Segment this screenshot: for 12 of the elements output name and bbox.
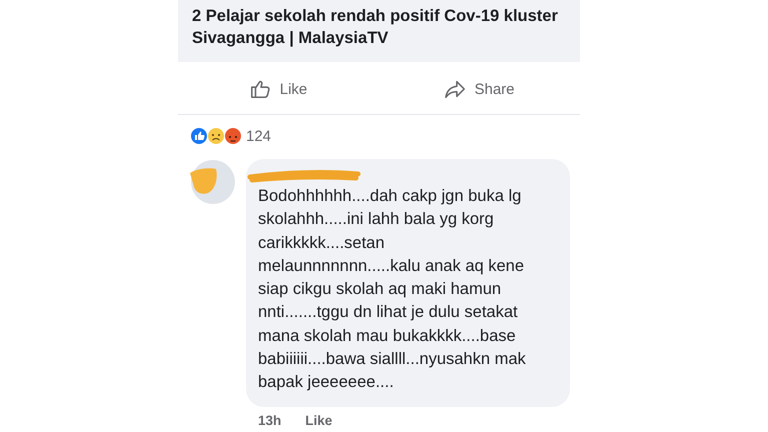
reaction-count: 124 [246, 128, 272, 144]
link-title[interactable]: 2 Pelajar sekolah rendah positif Cov-19 kluster Sivagangga | MalaysiaTV [192, 5, 566, 49]
reaction-icons[interactable] [190, 127, 242, 145]
comment-text: Bodohhhhhh....dah cakp jgn buka lg skolahhh.....ini lahh bala yg korg carikkkkk....setan melaunnnnnnn.....kalu anak aq kene siap cikgu skolah aq maki hamun nnti.......tggu dn lihat je dulu setakat mana skolah mau bukakkkk....base babiiiiii....bawa siallll...nyusahkn mak bapak jeeeeeee.... [258, 186, 527, 394]
thumbs-up-icon [250, 78, 272, 100]
link-preview-card[interactable]: 2 Pelajar sekolah rendah positif Cov-19 kluster Sivagangga | MalaysiaTV [178, 0, 580, 62]
like-button[interactable]: Like [178, 72, 379, 106]
like-link[interactable]: Like [305, 412, 332, 428]
comment-time: 13h [258, 412, 282, 428]
share-button[interactable]: Share [379, 72, 580, 106]
share-arrow-icon [444, 78, 466, 100]
avatar [190, 159, 236, 205]
